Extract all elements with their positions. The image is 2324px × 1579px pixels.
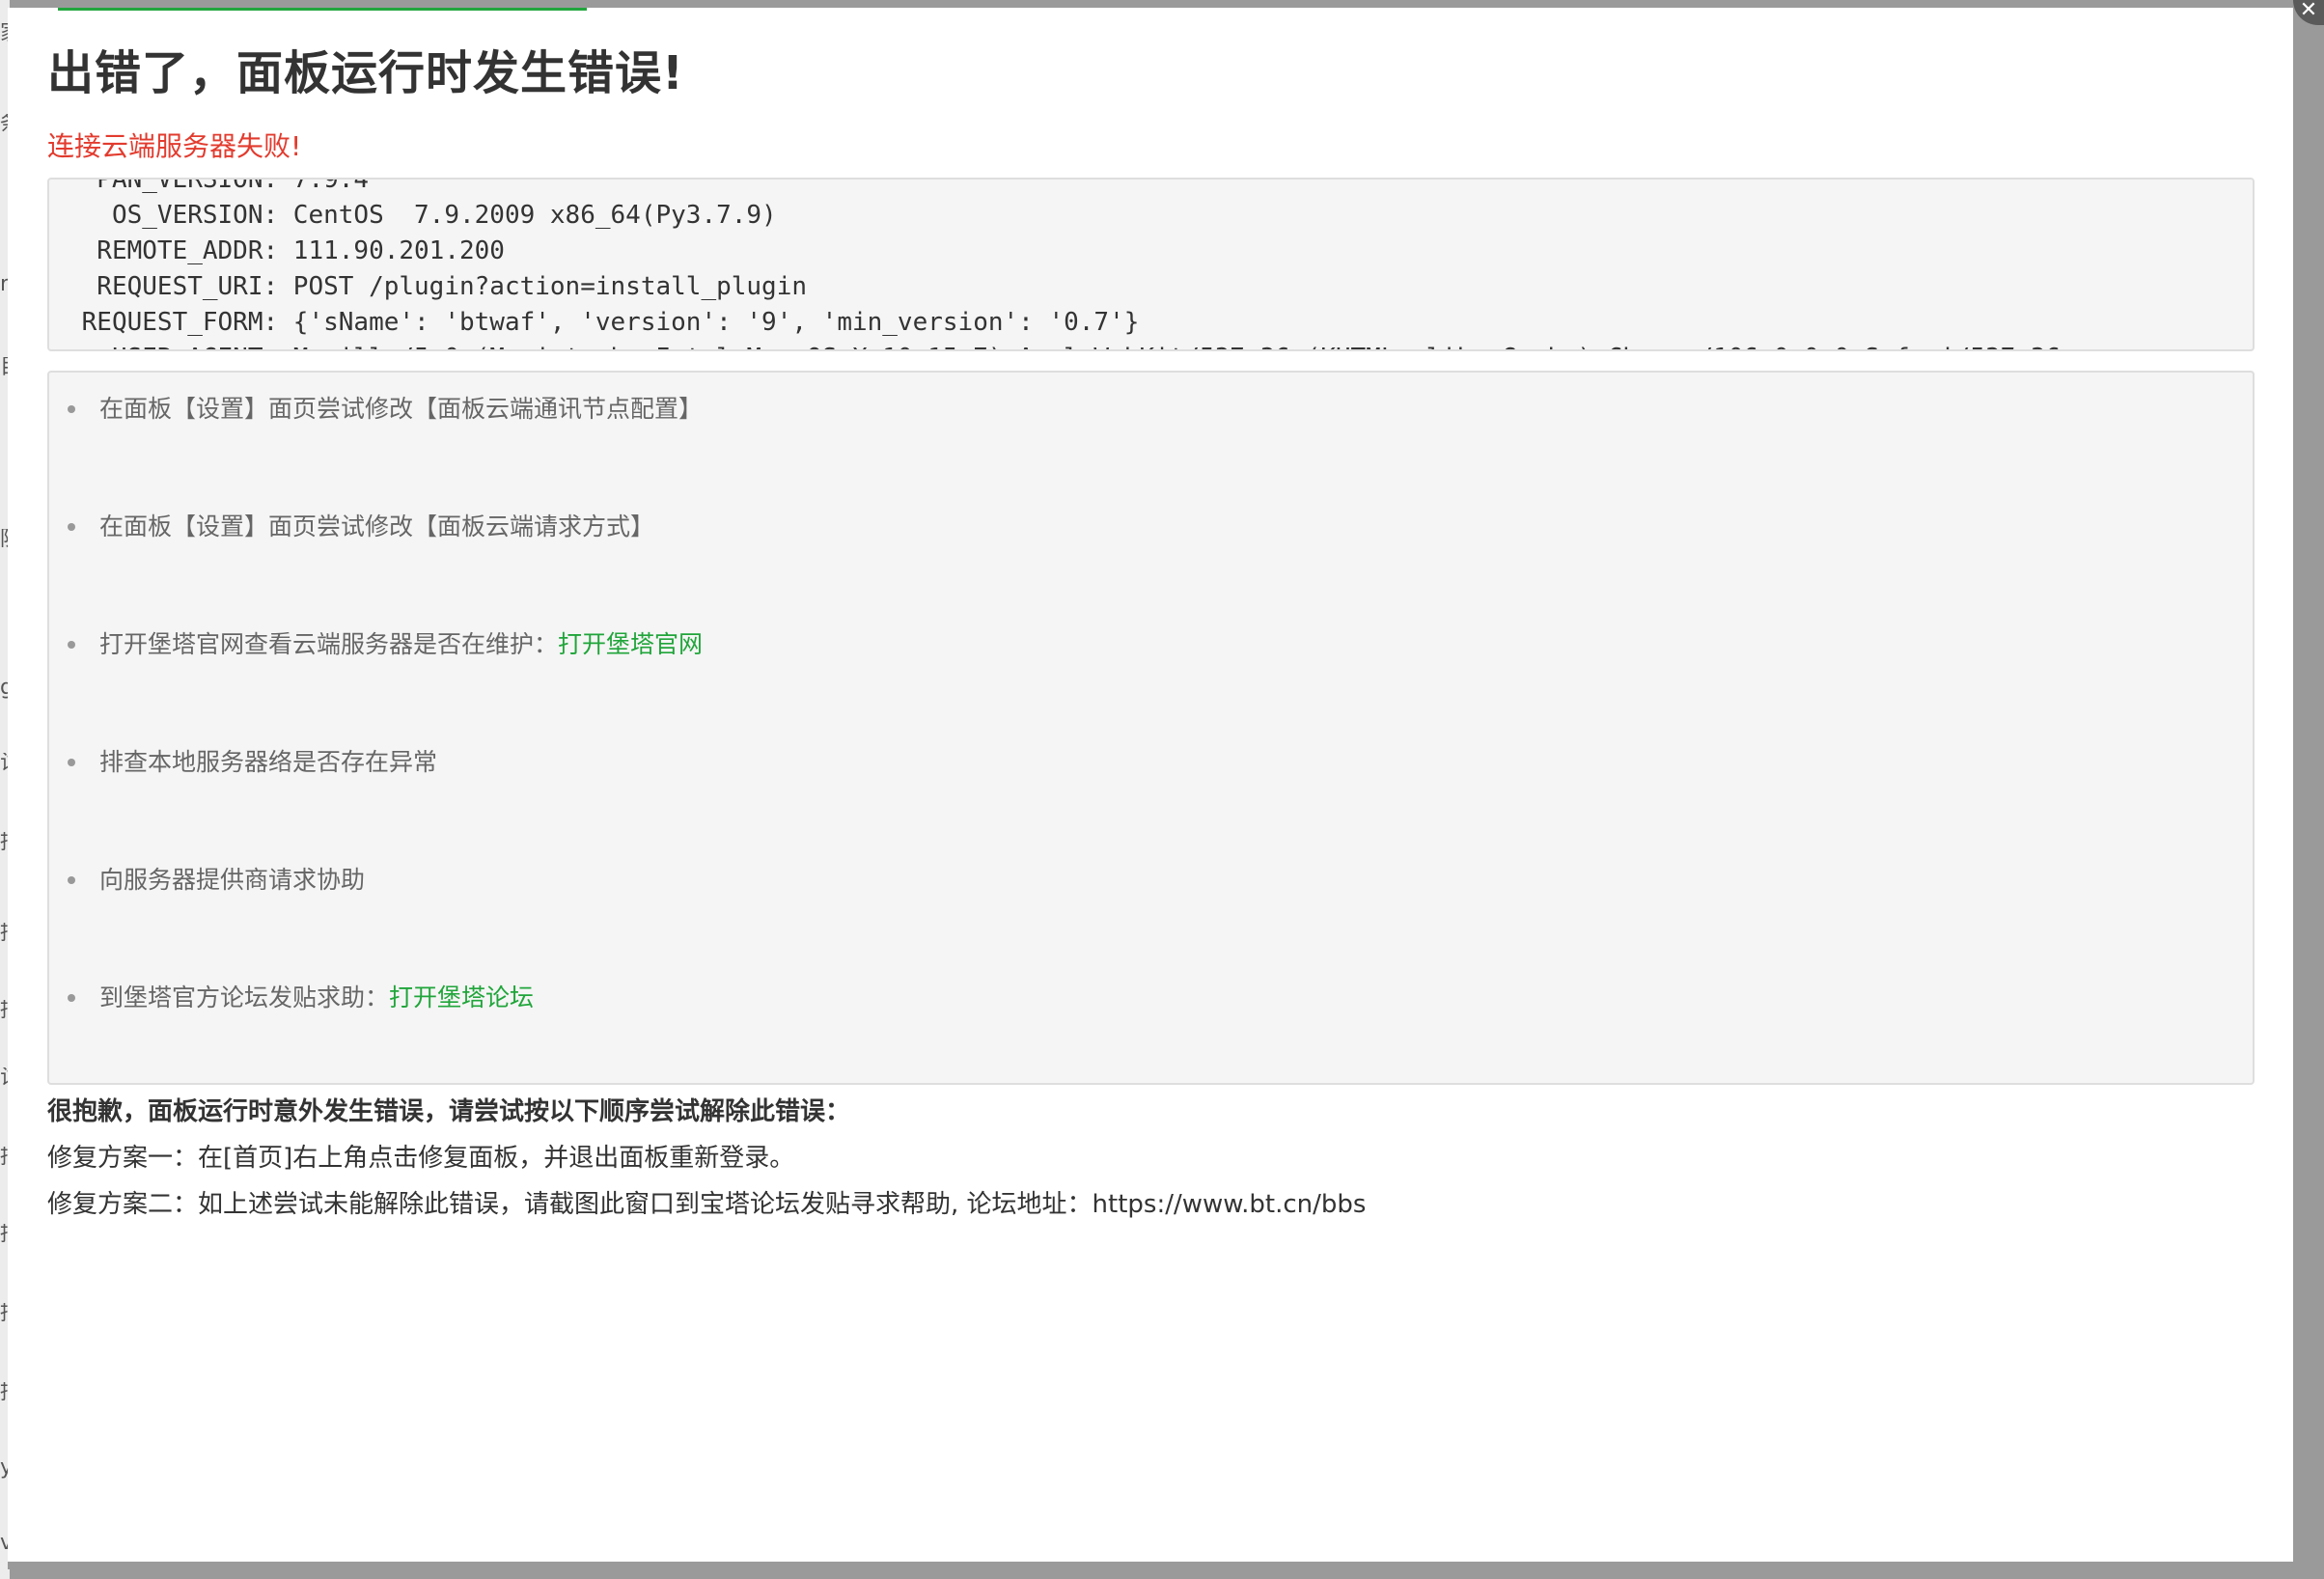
- bullet-icon: [68, 405, 75, 413]
- error-detail-line: REQUEST_FORM: {'sName': 'btwaf', 'versio…: [67, 308, 1140, 337]
- tip-item: 排查本地服务器络是否存在异常: [68, 743, 2253, 861]
- troubleshooting-tips: 在面板【设置】面页尝试修改【面板云端通讯节点配置】 在面板【设置】面页尝试修改【面…: [47, 371, 2255, 1085]
- fix-plan-two: 修复方案二：如上述尝试未能解除此错误，请截图此窗口到宝塔论坛发贴寻求帮助, 论坛…: [47, 1190, 1367, 1219]
- close-icon: ✕: [2299, 0, 2318, 22]
- tip-link[interactable]: 打开堡塔官网: [558, 630, 703, 658]
- tip-item: 在面板【设置】面页尝试修改【面板云端请求方式】: [68, 508, 2253, 625]
- tip-text: 在面板【设置】面页尝试修改【面板云端通讯节点配置】: [99, 395, 704, 423]
- error-details-text: PAN_VERSION: 7.9.4 OS_VERSION: CentOS 7.…: [67, 178, 2061, 349]
- tip-link[interactable]: 打开堡塔论坛: [389, 983, 534, 1011]
- error-detail-line: REQUEST_URI: POST /plugin?action=install…: [67, 272, 808, 301]
- tip-text: 排查本地服务器络是否存在异常: [99, 748, 438, 776]
- fix-plan-one: 修复方案一：在[首页]右上角点击修复面板，并退出面板重新登录。: [47, 1144, 795, 1173]
- tip-item: 打开堡塔官网查看云端服务器是否在维护：打开堡塔官网: [68, 625, 2253, 743]
- tip-item: 在面板【设置】面页尝试修改【面板云端通讯节点配置】: [68, 390, 2253, 508]
- bullet-icon: [68, 641, 75, 649]
- close-button[interactable]: ✕: [2293, 0, 2324, 25]
- dialog-top-accent: [58, 8, 587, 11]
- bullet-icon: [68, 876, 75, 884]
- tip-item: 向服务器提供商请求协助: [68, 861, 2253, 979]
- bullet-icon: [68, 523, 75, 531]
- tip-text: 在面板【设置】面页尝试修改【面板云端请求方式】: [99, 512, 655, 540]
- tip-text: 到堡塔官方论坛发贴求助：: [99, 983, 390, 1011]
- error-detail-line: OS_VERSION: CentOS 7.9.2009 x86_64(Py3.7…: [67, 201, 777, 230]
- error-detail-line: PAN_VERSION: 7.9.4: [67, 178, 370, 194]
- error-detail-line: REMOTE_ADDR: 111.90.201.200: [67, 236, 505, 265]
- dialog-bottom-edge: [8, 1562, 2293, 1569]
- error-dialog: 出错了，面板运行时发生错误! 连接云端服务器失败! PAN_VERSION: 7…: [8, 8, 2293, 1569]
- footer-help: 很抱歉，面板运行时意外发生错误，请尝试按以下顺序尝试解除此错误： 修复方案一：在…: [47, 1089, 2255, 1228]
- bullet-icon: [68, 759, 75, 766]
- tip-item: 到堡塔官方论坛发贴求助：打开堡塔论坛: [68, 979, 2253, 1096]
- error-detail-line: USER_AGENT: Mozilla/5.0 (Macintosh; Inte…: [67, 341, 2061, 349]
- tip-text: 打开堡塔官网查看云端服务器是否在维护：: [99, 630, 559, 658]
- error-subtitle: 连接云端服务器失败!: [47, 130, 302, 162]
- error-details-box[interactable]: PAN_VERSION: 7.9.4 OS_VERSION: CentOS 7.…: [47, 178, 2255, 351]
- bullet-icon: [68, 994, 75, 1002]
- tip-text: 向服务器提供商请求协助: [99, 866, 366, 894]
- dialog-title: 出错了，面板运行时发生错误!: [47, 46, 684, 100]
